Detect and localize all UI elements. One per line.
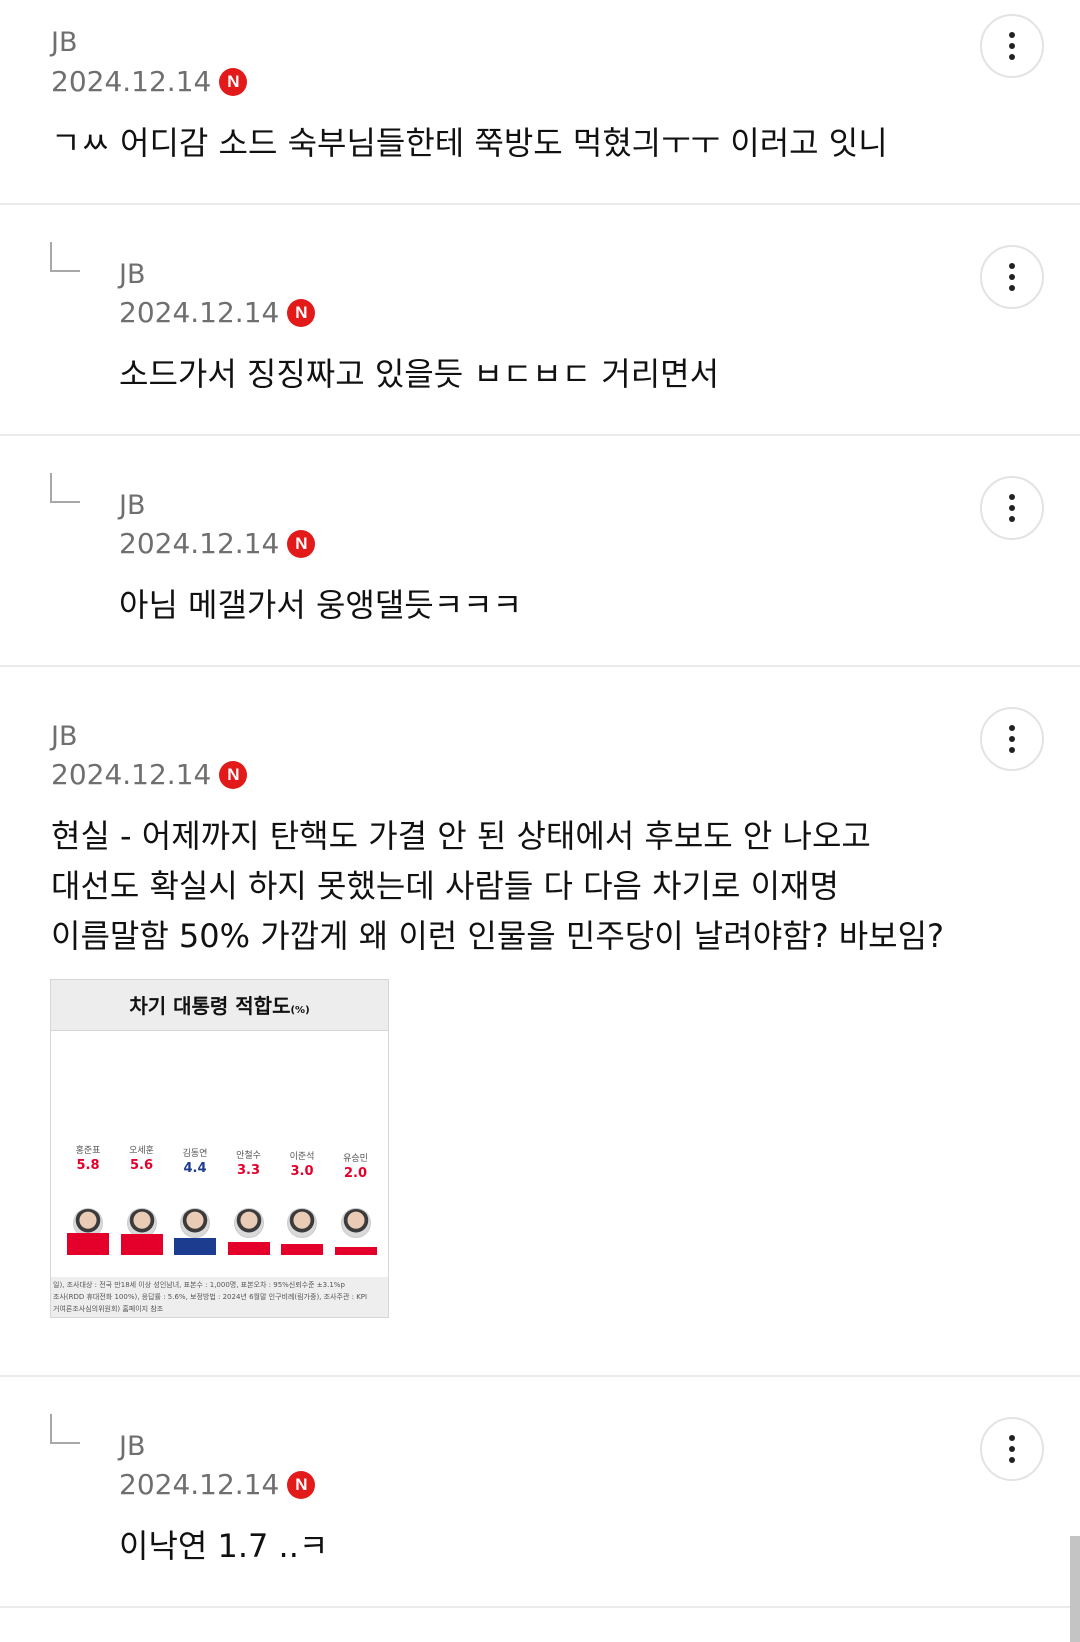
candidate-name: 안철수	[236, 1151, 261, 1161]
candidate-photo	[287, 1208, 317, 1238]
candidate-photo	[180, 1208, 210, 1238]
new-badge-icon: N	[219, 68, 248, 96]
comment-date-text: 2024.12.14	[51, 65, 212, 98]
poll-footnote: 일), 조사대상 : 전국 만18세 이상 성인남녀, 표본수 : 1,000명…	[51, 1277, 388, 1317]
candidate-bar	[227, 1242, 270, 1255]
more-options-button[interactable]	[980, 476, 1044, 540]
poll-candidate: 안철수 3.3	[224, 1150, 274, 1180]
candidate-name: 오세훈	[129, 1146, 154, 1157]
comment-date-text: 2024.12.14	[119, 296, 280, 329]
comment-date: 2024.12.14 N	[51, 65, 248, 98]
poll-candidate: 오세훈 5.6	[117, 1145, 167, 1175]
candidate-name: 이준석	[289, 1151, 315, 1162]
comment-item: JB 2024.12.14 N ㄱㅆ 어디감 소드 숙부님들한테 쭉방도 먹혔긔…	[0, 0, 1080, 205]
new-badge-icon: N	[219, 761, 248, 789]
comment-date: 2024.12.14 N	[51, 758, 248, 791]
candidate-bar	[120, 1233, 163, 1255]
more-options-button[interactable]	[980, 1417, 1044, 1481]
new-badge-icon: N	[287, 1471, 316, 1499]
candidate-bar	[174, 1238, 216, 1255]
reply-item: JB 2024.12.14 N 이낙연 1.7 ..ㅋ	[0, 1377, 1080, 1608]
candidate-value: 2.0	[343, 1165, 368, 1181]
candidate-bar	[334, 1247, 377, 1255]
comment-date: 2024.12.14 N	[119, 527, 316, 560]
candidate-value: 5.8	[76, 1158, 100, 1173]
comment-text: ㄱㅆ 어디감 소드 숙부님들한테 쭉방도 먹혔긔ㅜㅜ 이러고 잇니	[51, 124, 888, 162]
reply-arrow-icon	[50, 473, 80, 503]
more-options-button[interactable]	[980, 707, 1044, 771]
reply-item: JB 2024.12.14 N 소드가서 징징짜고 있을듯 ㅂㄷㅂㄷ 거리면서	[0, 205, 1080, 436]
poll-candidate: 유승민 2.0	[331, 1153, 381, 1183]
comment-date-text: 2024.12.14	[51, 758, 212, 791]
comment-date-text: 2024.12.14	[119, 527, 280, 560]
reply-arrow-icon	[50, 242, 80, 272]
comment-text: 아님 메갤가서 웅앵댈듯ㅋㅋㅋ	[119, 586, 523, 624]
candidate-name: 유승민	[343, 1153, 368, 1164]
new-badge-icon: N	[287, 530, 316, 558]
candidate-photo	[340, 1208, 371, 1238]
candidate-value: 4.4	[183, 1160, 207, 1176]
candidate-value: 3.0	[290, 1163, 314, 1179]
more-options-button[interactable]	[980, 14, 1044, 78]
comment-attached-image[interactable]: 차기 대통령 적합도(%) 홍준표 5.8 오세훈 5.6 김동연 4.4 안철수 3.3 이준…	[50, 979, 389, 1318]
comment-author[interactable]: JB	[119, 1433, 146, 1460]
comment-date: 2024.12.14 N	[119, 1468, 316, 1501]
candidate-bar	[67, 1233, 109, 1255]
candidate-photo	[233, 1208, 264, 1238]
comment-author[interactable]: JB	[51, 723, 78, 750]
new-badge-icon: N	[287, 299, 316, 327]
more-options-button[interactable]	[980, 245, 1044, 309]
reply-item: JB 2024.12.14 N 아님 메갤가서 웅앵댈듯ㅋㅋㅋ	[0, 436, 1080, 667]
candidate-name: 홍준표	[75, 1146, 101, 1156]
poll-candidate: 홍준표 5.8	[63, 1145, 113, 1175]
poll-candidate: 이준석 3.0	[277, 1151, 327, 1181]
poll-candidate: 김동연 4.4	[170, 1148, 220, 1178]
candidate-value: 3.3	[236, 1163, 261, 1178]
comment-date-text: 2024.12.14	[119, 1468, 280, 1501]
poll-unit: (%)	[290, 1005, 310, 1016]
comment-author[interactable]: JB	[119, 492, 146, 519]
comment-author[interactable]: JB	[119, 261, 146, 288]
candidate-name: 김동연	[182, 1148, 208, 1159]
reply-arrow-icon	[50, 1414, 80, 1444]
candidate-value: 5.6	[129, 1158, 154, 1174]
poll-title: 차기 대통령 적합도(%)	[51, 980, 388, 1031]
scrollbar-thumb[interactable]	[1070, 1536, 1080, 1642]
candidate-bar	[281, 1243, 323, 1255]
comment-date: 2024.12.14 N	[119, 296, 316, 329]
comment-text: 이낙연 1.7 ..ㅋ	[119, 1527, 329, 1565]
comment-text: 소드가서 징징짜고 있을듯 ㅂㄷㅂㄷ 거리면서	[119, 355, 720, 393]
comment-author[interactable]: JB	[51, 29, 78, 56]
comment-text: 현실 - 어제까지 탄핵도 가결 안 된 상태에서 후보도 안 나오고 대선도 …	[51, 817, 945, 955]
